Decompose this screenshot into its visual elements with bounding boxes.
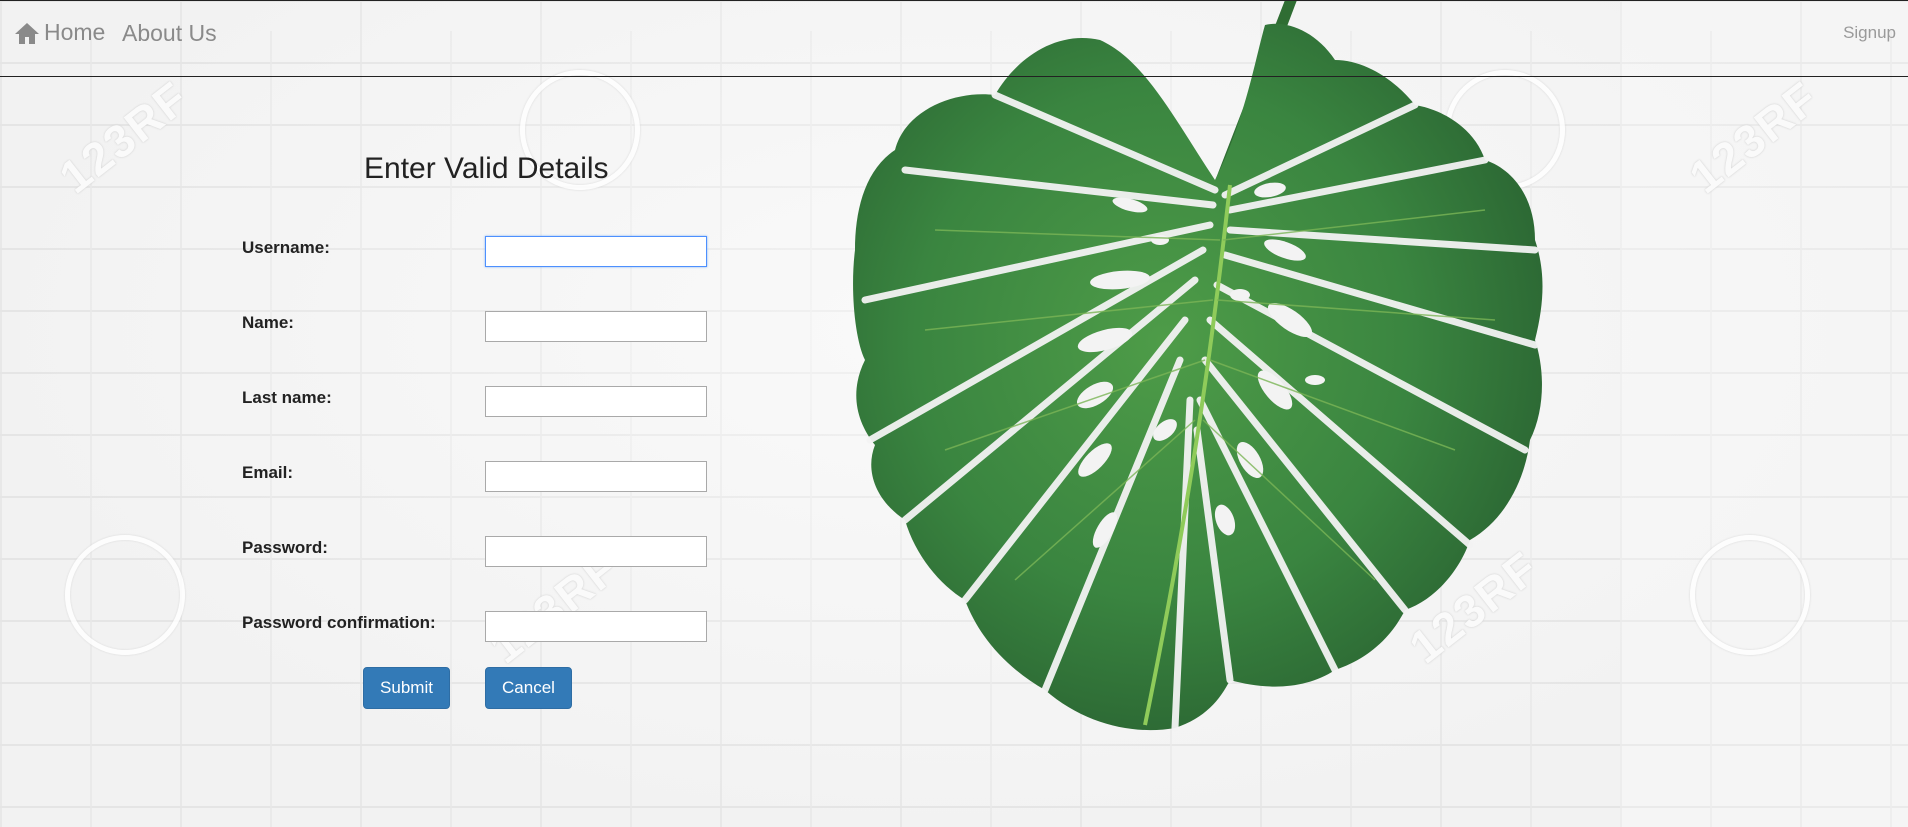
watermark-camera-icon [40,510,210,680]
submit-button[interactable]: Submit [363,667,450,709]
nav-home-link[interactable]: Home [14,19,105,46]
username-input[interactable] [485,236,707,267]
password-label: Password: [242,538,328,557]
form-title: Enter Valid Details [364,152,609,185]
navbar: Home About Us Signup [0,0,1908,77]
last-name-input[interactable] [485,386,707,417]
password-confirmation-input[interactable] [485,611,707,642]
email-input[interactable] [485,461,707,492]
password-confirmation-label: Password confirmation: [242,613,436,632]
last-name-label: Last name: [242,388,332,407]
name-label: Name: [242,313,294,332]
nav-home-label: Home [44,19,106,45]
nav-about-us-link[interactable]: About Us [122,20,217,47]
username-label: Username: [242,238,330,257]
monstera-leaf-image [853,0,1543,732]
email-label: Email: [242,463,294,482]
cancel-button[interactable]: Cancel [485,667,572,709]
name-input[interactable] [485,311,707,342]
watermark-text: 123RF [1679,70,1829,204]
nav-signup-link[interactable]: Signup [1843,23,1896,43]
watermark-text: 123RF [49,70,199,204]
home-icon [15,22,39,44]
watermark-camera-icon [1665,510,1835,680]
password-input[interactable] [485,536,707,567]
